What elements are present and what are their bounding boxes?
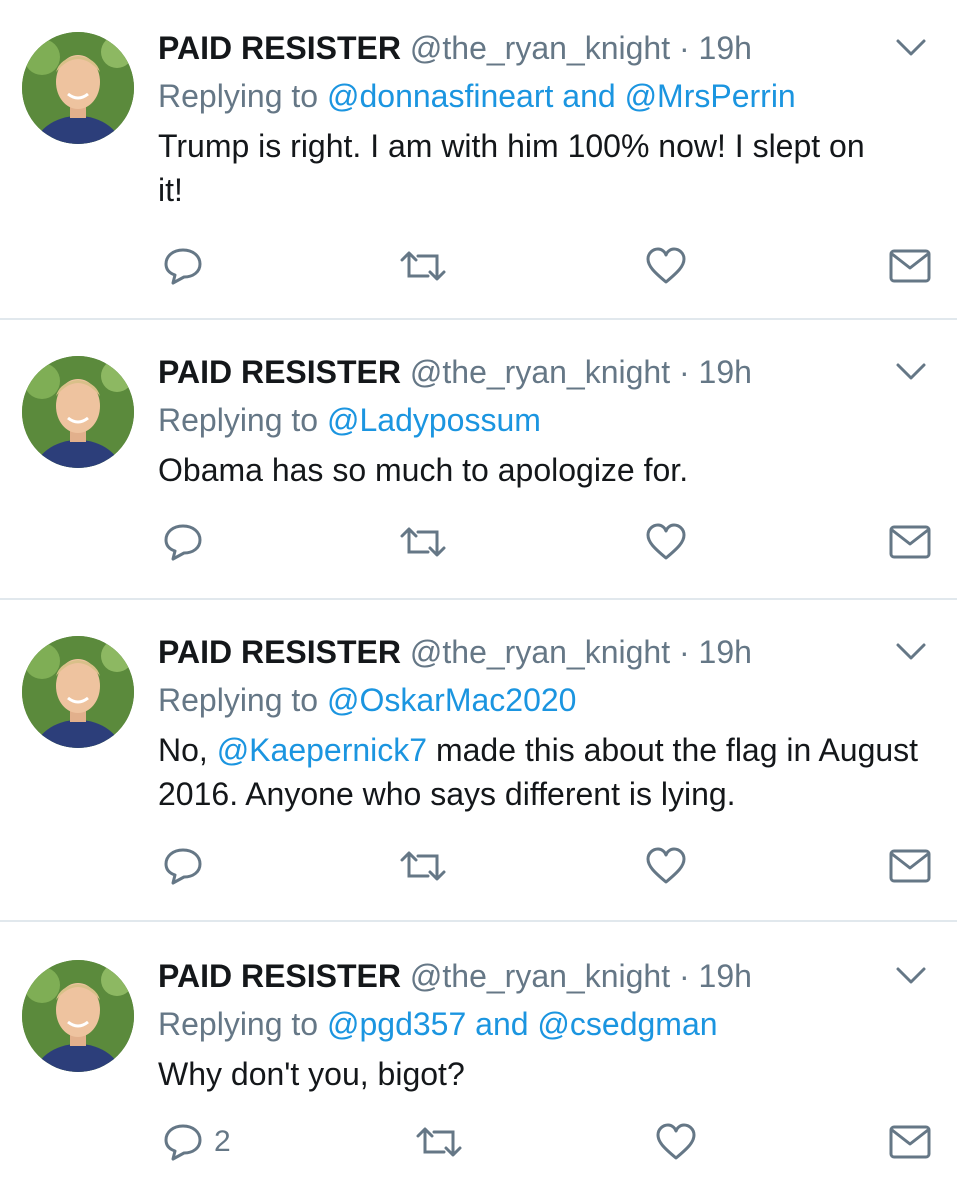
avatar[interactable] — [22, 960, 134, 1072]
retweet-button[interactable] — [398, 844, 448, 888]
tweet-header: PAID RESISTER @the_ryan_knight · 19h — [158, 28, 752, 68]
retweet-icon — [400, 851, 446, 881]
divider — [0, 318, 957, 320]
chevron-down-icon[interactable] — [893, 34, 929, 62]
reply-mention-link[interactable]: @MrsPerrin — [625, 78, 796, 114]
reply-mention-link[interactable]: @OskarMac2020 — [327, 682, 576, 718]
like-button[interactable] — [644, 844, 688, 888]
tweet-feed: PAID RESISTER @the_ryan_knight · 19h Rep… — [0, 0, 957, 1200]
display-name[interactable]: PAID RESISTER — [158, 354, 401, 390]
reply-mention-link[interactable]: @pgd357 — [327, 1006, 466, 1042]
replying-to-label: Replying to — [158, 402, 319, 438]
reply-button[interactable] — [162, 520, 204, 564]
retweet-button[interactable] — [398, 244, 448, 288]
display-name[interactable]: PAID RESISTER — [158, 958, 401, 994]
tweet-card[interactable]: PAID RESISTER @the_ryan_knight · 19h Rep… — [0, 632, 957, 902]
dm-button[interactable] — [888, 244, 932, 288]
like-button[interactable] — [654, 1120, 698, 1164]
tweet-header: PAID RESISTER @the_ryan_knight · 19h — [158, 956, 752, 996]
reply-icon — [164, 1124, 202, 1161]
replying-to-line: Replying to @OskarMac2020 — [158, 680, 576, 720]
avatar-photo — [22, 960, 134, 1072]
reply-icon — [164, 848, 202, 885]
user-handle[interactable]: @the_ryan_knight — [410, 634, 670, 670]
avatar[interactable] — [22, 636, 134, 748]
retweet-button[interactable] — [398, 520, 448, 564]
retweet-icon — [400, 251, 446, 281]
mail-icon — [889, 1125, 931, 1159]
tweet-actions — [0, 844, 957, 888]
reply-and-label: and — [475, 1006, 529, 1042]
avatar-photo — [22, 32, 134, 144]
replying-to-line: Replying to @donnasfineart and @MrsPerri… — [158, 76, 796, 116]
timestamp[interactable]: 19h — [699, 634, 752, 670]
mail-icon — [889, 525, 931, 559]
separator-dot: · — [678, 958, 690, 994]
replying-to-label: Replying to — [158, 78, 319, 114]
mail-icon — [889, 849, 931, 883]
tweet-text: Obama has so much to apologize for. — [158, 452, 689, 488]
tweet-actions: 2 — [0, 1120, 957, 1164]
reply-button[interactable] — [162, 244, 204, 288]
dm-button[interactable] — [888, 1120, 932, 1164]
reply-button[interactable] — [162, 844, 204, 888]
timestamp[interactable]: 19h — [699, 958, 752, 994]
chevron-down-icon[interactable] — [893, 638, 929, 666]
reply-button[interactable]: 2 — [162, 1120, 231, 1164]
tweet-header: PAID RESISTER @the_ryan_knight · 19h — [158, 632, 752, 672]
tweet-text: Why don't you, bigot? — [158, 1056, 465, 1092]
avatar[interactable] — [22, 32, 134, 144]
chevron-down-icon[interactable] — [893, 962, 929, 990]
reply-mention-link[interactable]: @csedgman — [537, 1006, 717, 1042]
divider — [0, 920, 957, 922]
user-handle[interactable]: @the_ryan_knight — [410, 30, 670, 66]
mention-link[interactable]: @Kaepernick7 — [217, 732, 427, 768]
user-handle[interactable]: @the_ryan_knight — [410, 354, 670, 390]
mail-icon — [889, 249, 931, 283]
reply-count: 2 — [214, 1125, 231, 1158]
dm-button[interactable] — [888, 844, 932, 888]
tweet-actions — [0, 520, 957, 564]
reply-mention-link[interactable]: @Ladypossum — [327, 402, 541, 438]
timestamp[interactable]: 19h — [699, 30, 752, 66]
heart-icon — [646, 523, 686, 560]
replying-to-label: Replying to — [158, 1006, 319, 1042]
replying-to-line: Replying to @pgd357 and @csedgman — [158, 1004, 718, 1044]
separator-dot: · — [678, 30, 690, 66]
retweet-button[interactable] — [414, 1120, 464, 1164]
heart-icon — [646, 247, 686, 284]
user-handle[interactable]: @the_ryan_knight — [410, 958, 670, 994]
heart-icon — [656, 1123, 696, 1160]
tweet-text-prefix: No, — [158, 732, 208, 768]
separator-dot: · — [678, 354, 690, 390]
tweet-actions — [0, 244, 957, 288]
separator-dot: · — [678, 634, 690, 670]
timestamp[interactable]: 19h — [699, 354, 752, 390]
replying-to-line: Replying to @Ladypossum — [158, 400, 541, 440]
display-name[interactable]: PAID RESISTER — [158, 30, 401, 66]
reply-mention-link[interactable]: @donnasfineart — [327, 78, 553, 114]
reply-and-label: and — [562, 78, 616, 114]
reply-icon — [164, 524, 202, 561]
tweet-header: PAID RESISTER @the_ryan_knight · 19h — [158, 352, 752, 392]
replying-to-label: Replying to — [158, 682, 319, 718]
heart-icon — [646, 847, 686, 884]
like-button[interactable] — [644, 244, 688, 288]
display-name[interactable]: PAID RESISTER — [158, 634, 401, 670]
retweet-icon — [400, 527, 446, 557]
avatar-photo — [22, 356, 134, 468]
dm-button[interactable] — [888, 520, 932, 564]
retweet-icon — [416, 1127, 462, 1157]
tweet-card[interactable]: PAID RESISTER @the_ryan_knight · 19h Rep… — [0, 28, 957, 298]
tweet-text: Trump is right. I am with him 100% now! … — [158, 128, 865, 208]
reply-icon — [164, 248, 202, 285]
avatar[interactable] — [22, 356, 134, 468]
divider — [0, 598, 957, 600]
tweet-card[interactable]: PAID RESISTER @the_ryan_knight · 19h Rep… — [0, 352, 957, 592]
avatar-photo — [22, 636, 134, 748]
chevron-down-icon[interactable] — [893, 358, 929, 386]
like-button[interactable] — [644, 520, 688, 564]
tweet-text: No, @Kaepernick7 made this about the fla… — [158, 728, 948, 816]
tweet-card[interactable]: PAID RESISTER @the_ryan_knight · 19h Rep… — [0, 956, 957, 1196]
